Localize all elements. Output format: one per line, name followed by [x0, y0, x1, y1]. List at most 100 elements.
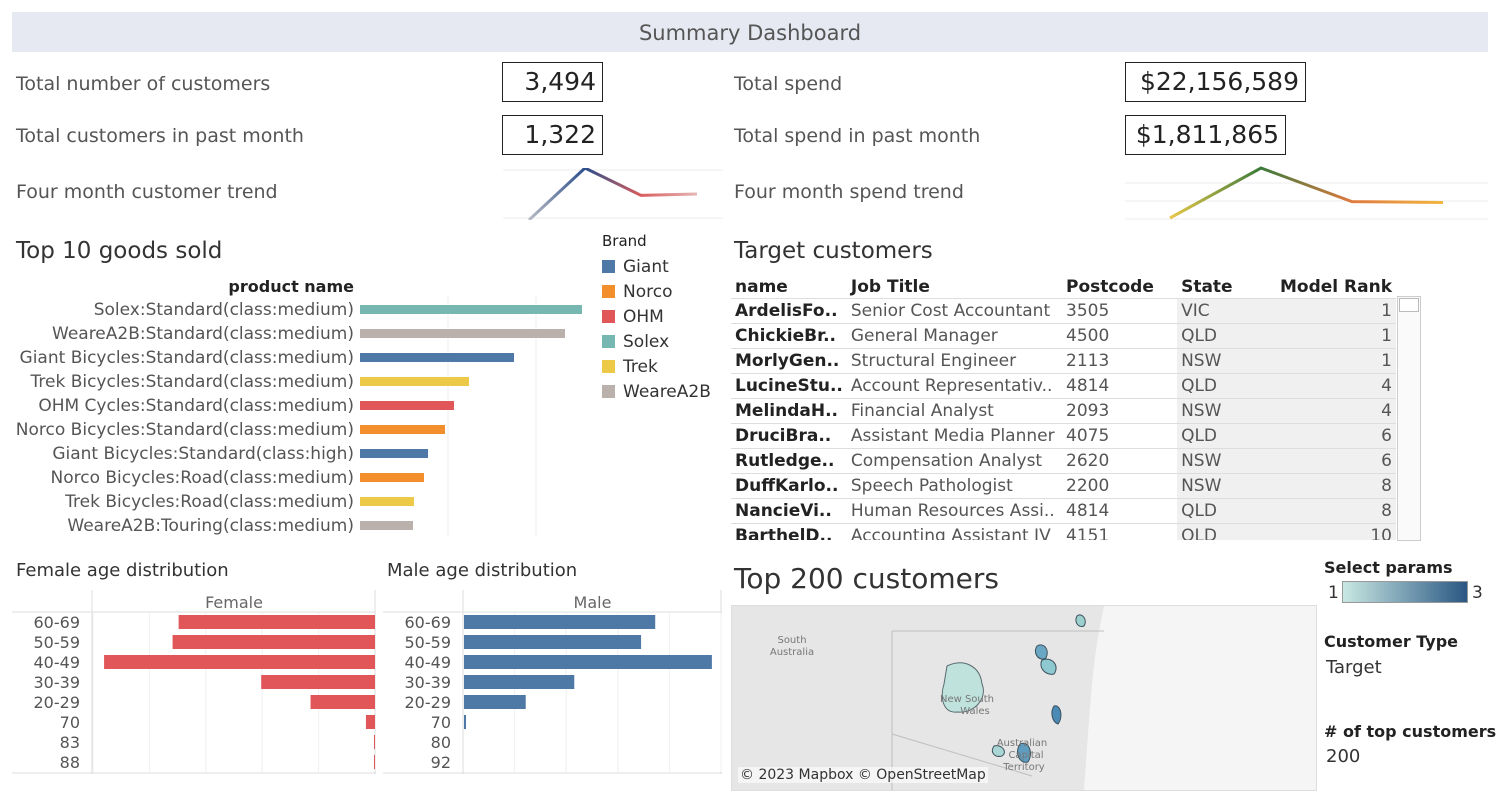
- goods-bar[interactable]: [360, 329, 565, 338]
- table-cell: Senior Cost Accountant: [846, 298, 1063, 324]
- goods-category-label: OHM Cycles:Standard(class:medium): [38, 396, 354, 416]
- legend-item-wearea2b[interactable]: WeareA2B: [602, 379, 711, 404]
- table-row[interactable]: ArdelisFo.. Senior Cost Accountant 3505 VIC…: [731, 298, 1396, 324]
- goods-bar[interactable]: [360, 521, 413, 530]
- table-cell: 6: [1252, 448, 1396, 474]
- legend-item-solex[interactable]: Solex: [602, 329, 711, 354]
- age-category-label: 40-49: [34, 653, 81, 672]
- goods-bar[interactable]: [360, 425, 445, 434]
- male-age-chart[interactable]: Male 60-6950-5940-4930-3920-29708092: [383, 590, 722, 774]
- customer-type-value[interactable]: Target: [1326, 657, 1382, 678]
- target-customers-table-wrap[interactable]: name Job Title Postcode State Model Rank Ard…: [731, 276, 1396, 540]
- age-bar[interactable]: [310, 695, 375, 709]
- brand-legend-title: Brand: [602, 232, 647, 250]
- top-goods-title: Top 10 goods sold: [16, 238, 223, 264]
- table-row[interactable]: Rutledge.. Compensation Analyst 2620 NSW 6: [731, 448, 1396, 474]
- goods-bar[interactable]: [360, 377, 469, 386]
- top-customers-value[interactable]: 200: [1326, 746, 1360, 767]
- column-header-name[interactable]: name: [731, 276, 847, 299]
- column-header-postcode[interactable]: Postcode: [1062, 276, 1177, 299]
- legend-item-giant[interactable]: Giant: [602, 254, 711, 279]
- total-customers-label: Total number of customers: [16, 73, 271, 95]
- brand-legend: Brand Giant Norco OHM Solex Trek WeareA2B: [602, 232, 711, 404]
- table-cell: 1: [1252, 298, 1396, 324]
- table-row[interactable]: DruciBra.. Assistant Media Planner 4075 QLD…: [731, 423, 1396, 449]
- table-scroll-thumb[interactable]: [1399, 298, 1419, 312]
- table-row[interactable]: ChickieBr.. General Manager 4500 QLD 1: [731, 323, 1396, 349]
- goods-category-label: Giant Bicycles:Standard(class:high): [52, 444, 354, 464]
- table-row[interactable]: MelindaH.. Financial Analyst 2093 NSW 4: [731, 398, 1396, 424]
- goods-bar[interactable]: [360, 449, 428, 458]
- legend-swatch: [602, 335, 615, 348]
- age-bar[interactable]: [104, 655, 375, 669]
- age-category-label: 20-29: [34, 693, 81, 712]
- female-age-chart[interactable]: Female 60-6950-5940-4930-3920-29708388: [12, 590, 376, 774]
- goods-bar[interactable]: [360, 305, 582, 314]
- goods-bar[interactable]: [360, 473, 424, 482]
- table-row[interactable]: LucineStu.. Account Representativ.. 4814 QL…: [731, 373, 1396, 399]
- map-attribution[interactable]: © 2023 Mapbox © OpenStreetMap: [738, 767, 988, 783]
- map-title: Top 200 customers: [734, 562, 999, 595]
- age-bar[interactable]: [464, 655, 712, 669]
- map-canvas: South Australia New South Wales Australian…: [732, 606, 1316, 790]
- table-cell: VIC: [1177, 298, 1253, 324]
- dashboard-title: Summary Dashboard: [638, 21, 862, 45]
- legend-label: OHM: [623, 306, 664, 327]
- table-cell: BarthelD..: [731, 523, 847, 540]
- legend-swatch: [602, 310, 615, 323]
- top-goods-bar-chart[interactable]: product name Solex:Standard(class:medium)…: [10, 272, 600, 542]
- target-customers-title: Target customers: [734, 238, 933, 264]
- select-params-min: 1: [1328, 583, 1339, 603]
- spend-trend-sparkline[interactable]: [1125, 165, 1488, 221]
- table-cell: MorlyGen..: [731, 348, 847, 374]
- table-cell: NSW: [1177, 348, 1253, 374]
- goods-category-label: Giant Bicycles:Standard(class:medium): [20, 348, 354, 368]
- select-params-color-scale[interactable]: [1342, 581, 1468, 603]
- table-cell: 2200: [1062, 473, 1178, 499]
- table-row[interactable]: NancieVi.. Human Resources Assi.. 4814 QLD 8: [731, 498, 1396, 524]
- table-row[interactable]: MorlyGen.. Structural Engineer 2113 NSW 1: [731, 348, 1396, 374]
- customer-trend-sparkline[interactable]: [503, 168, 723, 220]
- table-cell: MelindaH..: [731, 398, 847, 424]
- total-customers-value: 3,494: [502, 62, 603, 102]
- table-cell: 2093: [1062, 398, 1178, 424]
- goods-category-label: Trek Bicycles:Standard(class:medium): [29, 372, 354, 392]
- column-header-job-title[interactable]: Job Title: [847, 276, 1062, 299]
- age-bar[interactable]: [464, 695, 526, 709]
- goods-bar[interactable]: [360, 353, 514, 362]
- goods-bar[interactable]: [360, 497, 414, 506]
- age-bar[interactable]: [464, 675, 575, 689]
- legend-item-trek[interactable]: Trek: [602, 354, 711, 379]
- goods-bar[interactable]: [360, 401, 454, 410]
- table-cell: QLD: [1177, 323, 1253, 349]
- column-header-model-rank[interactable]: Model Rank: [1253, 276, 1396, 299]
- table-cell: 4500: [1062, 323, 1178, 349]
- legend-item-ohm[interactable]: OHM: [602, 304, 711, 329]
- age-bar[interactable]: [261, 675, 375, 689]
- age-bar[interactable]: [172, 635, 375, 649]
- table-row[interactable]: BarthelD.. Accounting Assistant IV 4151 QLD…: [731, 523, 1396, 540]
- customer-map[interactable]: South Australia New South Wales Australian…: [731, 605, 1317, 791]
- table-cell: 8: [1252, 498, 1396, 524]
- age-bar[interactable]: [464, 635, 642, 649]
- age-bar[interactable]: [464, 715, 467, 729]
- legend-item-norco[interactable]: Norco: [602, 279, 711, 304]
- table-row[interactable]: DuffKarlo.. Speech Pathologist 2200 NSW 8: [731, 473, 1396, 499]
- customer-trend-label: Four month customer trend: [16, 181, 278, 203]
- age-bar[interactable]: [178, 615, 375, 629]
- age-bar[interactable]: [373, 735, 375, 749]
- table-cell: ArdelisFo..: [731, 298, 847, 324]
- table-cell: NSW: [1177, 448, 1253, 474]
- legend-label: Giant: [623, 256, 669, 277]
- table-cell: QLD: [1177, 423, 1253, 449]
- age-bar[interactable]: [464, 615, 656, 629]
- age-bar[interactable]: [373, 755, 375, 769]
- column-header-state[interactable]: State: [1177, 276, 1253, 299]
- legend-swatch: [602, 385, 615, 398]
- age-chart-header: Male: [574, 593, 612, 612]
- table-cell: Structural Engineer: [846, 348, 1063, 374]
- age-bar[interactable]: [365, 715, 375, 729]
- table-cell: DruciBra..: [731, 423, 847, 449]
- legend-label: WeareA2B: [623, 381, 711, 402]
- table-scrollbar[interactable]: [1397, 296, 1421, 541]
